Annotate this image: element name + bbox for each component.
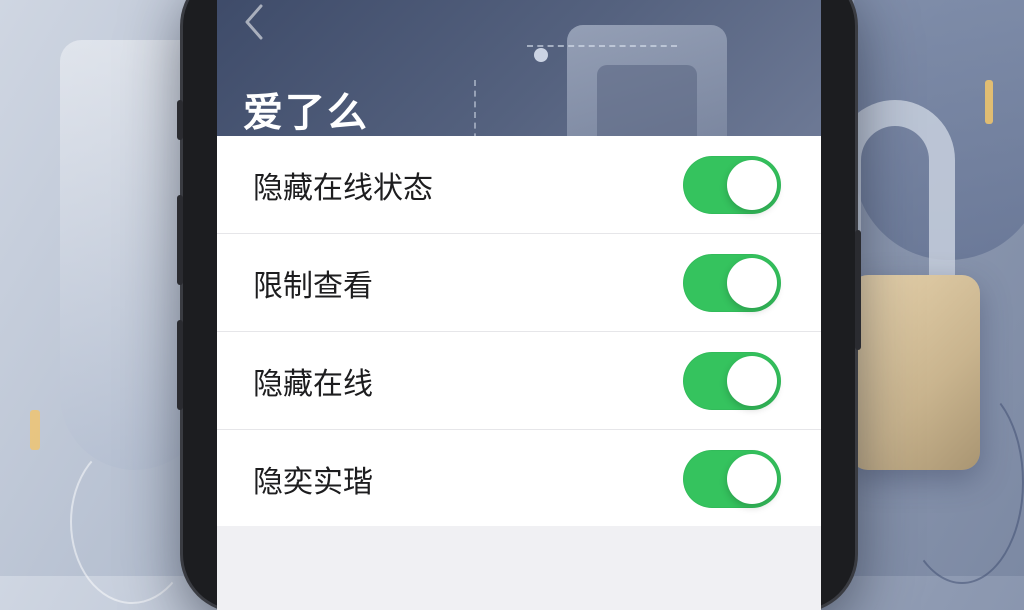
- settings-row-restrict-view: 限制查看: [217, 234, 821, 332]
- settings-row-label: 限制查看: [253, 268, 373, 304]
- toggle-knob: [727, 355, 777, 406]
- chevron-left-icon[interactable]: [241, 2, 267, 42]
- app-screen: 爱了么 隐藏在线状态 限制查看 隐藏在线 隐奕实瑎: [217, 0, 821, 610]
- toggle-knob: [727, 159, 777, 210]
- hide-online-toggle[interactable]: [683, 351, 781, 410]
- phone-volume-button: [177, 320, 183, 410]
- fourth-setting-toggle[interactable]: [683, 449, 781, 508]
- restrict-view-toggle[interactable]: [683, 253, 781, 312]
- phone-frame: 爱了么 隐藏在线状态 限制查看 隐藏在线 隐奕实瑎: [177, 0, 861, 610]
- settings-row-label: 隐藏在线状态: [253, 170, 433, 206]
- phone-power-button: [855, 230, 861, 350]
- settings-row-label: 隐藏在线: [253, 366, 373, 402]
- header-dotted-line: [527, 45, 677, 49]
- settings-row-fourth: 隐奕实瑎: [217, 430, 821, 527]
- phone-volume-button: [177, 195, 183, 285]
- settings-list: 隐藏在线状态 限制查看 隐藏在线 隐奕实瑎: [217, 136, 821, 527]
- settings-row-label: 隐奕实瑎: [253, 464, 373, 500]
- phone-side-button: [177, 100, 183, 140]
- page-title: 爱了么: [243, 90, 369, 136]
- settings-row-hide-online-status: 隐藏在线状态: [217, 136, 821, 234]
- background-light-accent: [30, 410, 40, 450]
- background-arc: [70, 440, 194, 604]
- header-node-dot: [534, 48, 548, 62]
- background-light-accent: [985, 80, 993, 124]
- list-footer-area: [217, 526, 821, 610]
- toggle-knob: [727, 257, 777, 308]
- toggle-knob: [727, 453, 777, 504]
- settings-row-hide-online: 隐藏在线: [217, 332, 821, 430]
- hide-online-status-toggle[interactable]: [683, 155, 781, 214]
- background-arc: [900, 380, 1024, 584]
